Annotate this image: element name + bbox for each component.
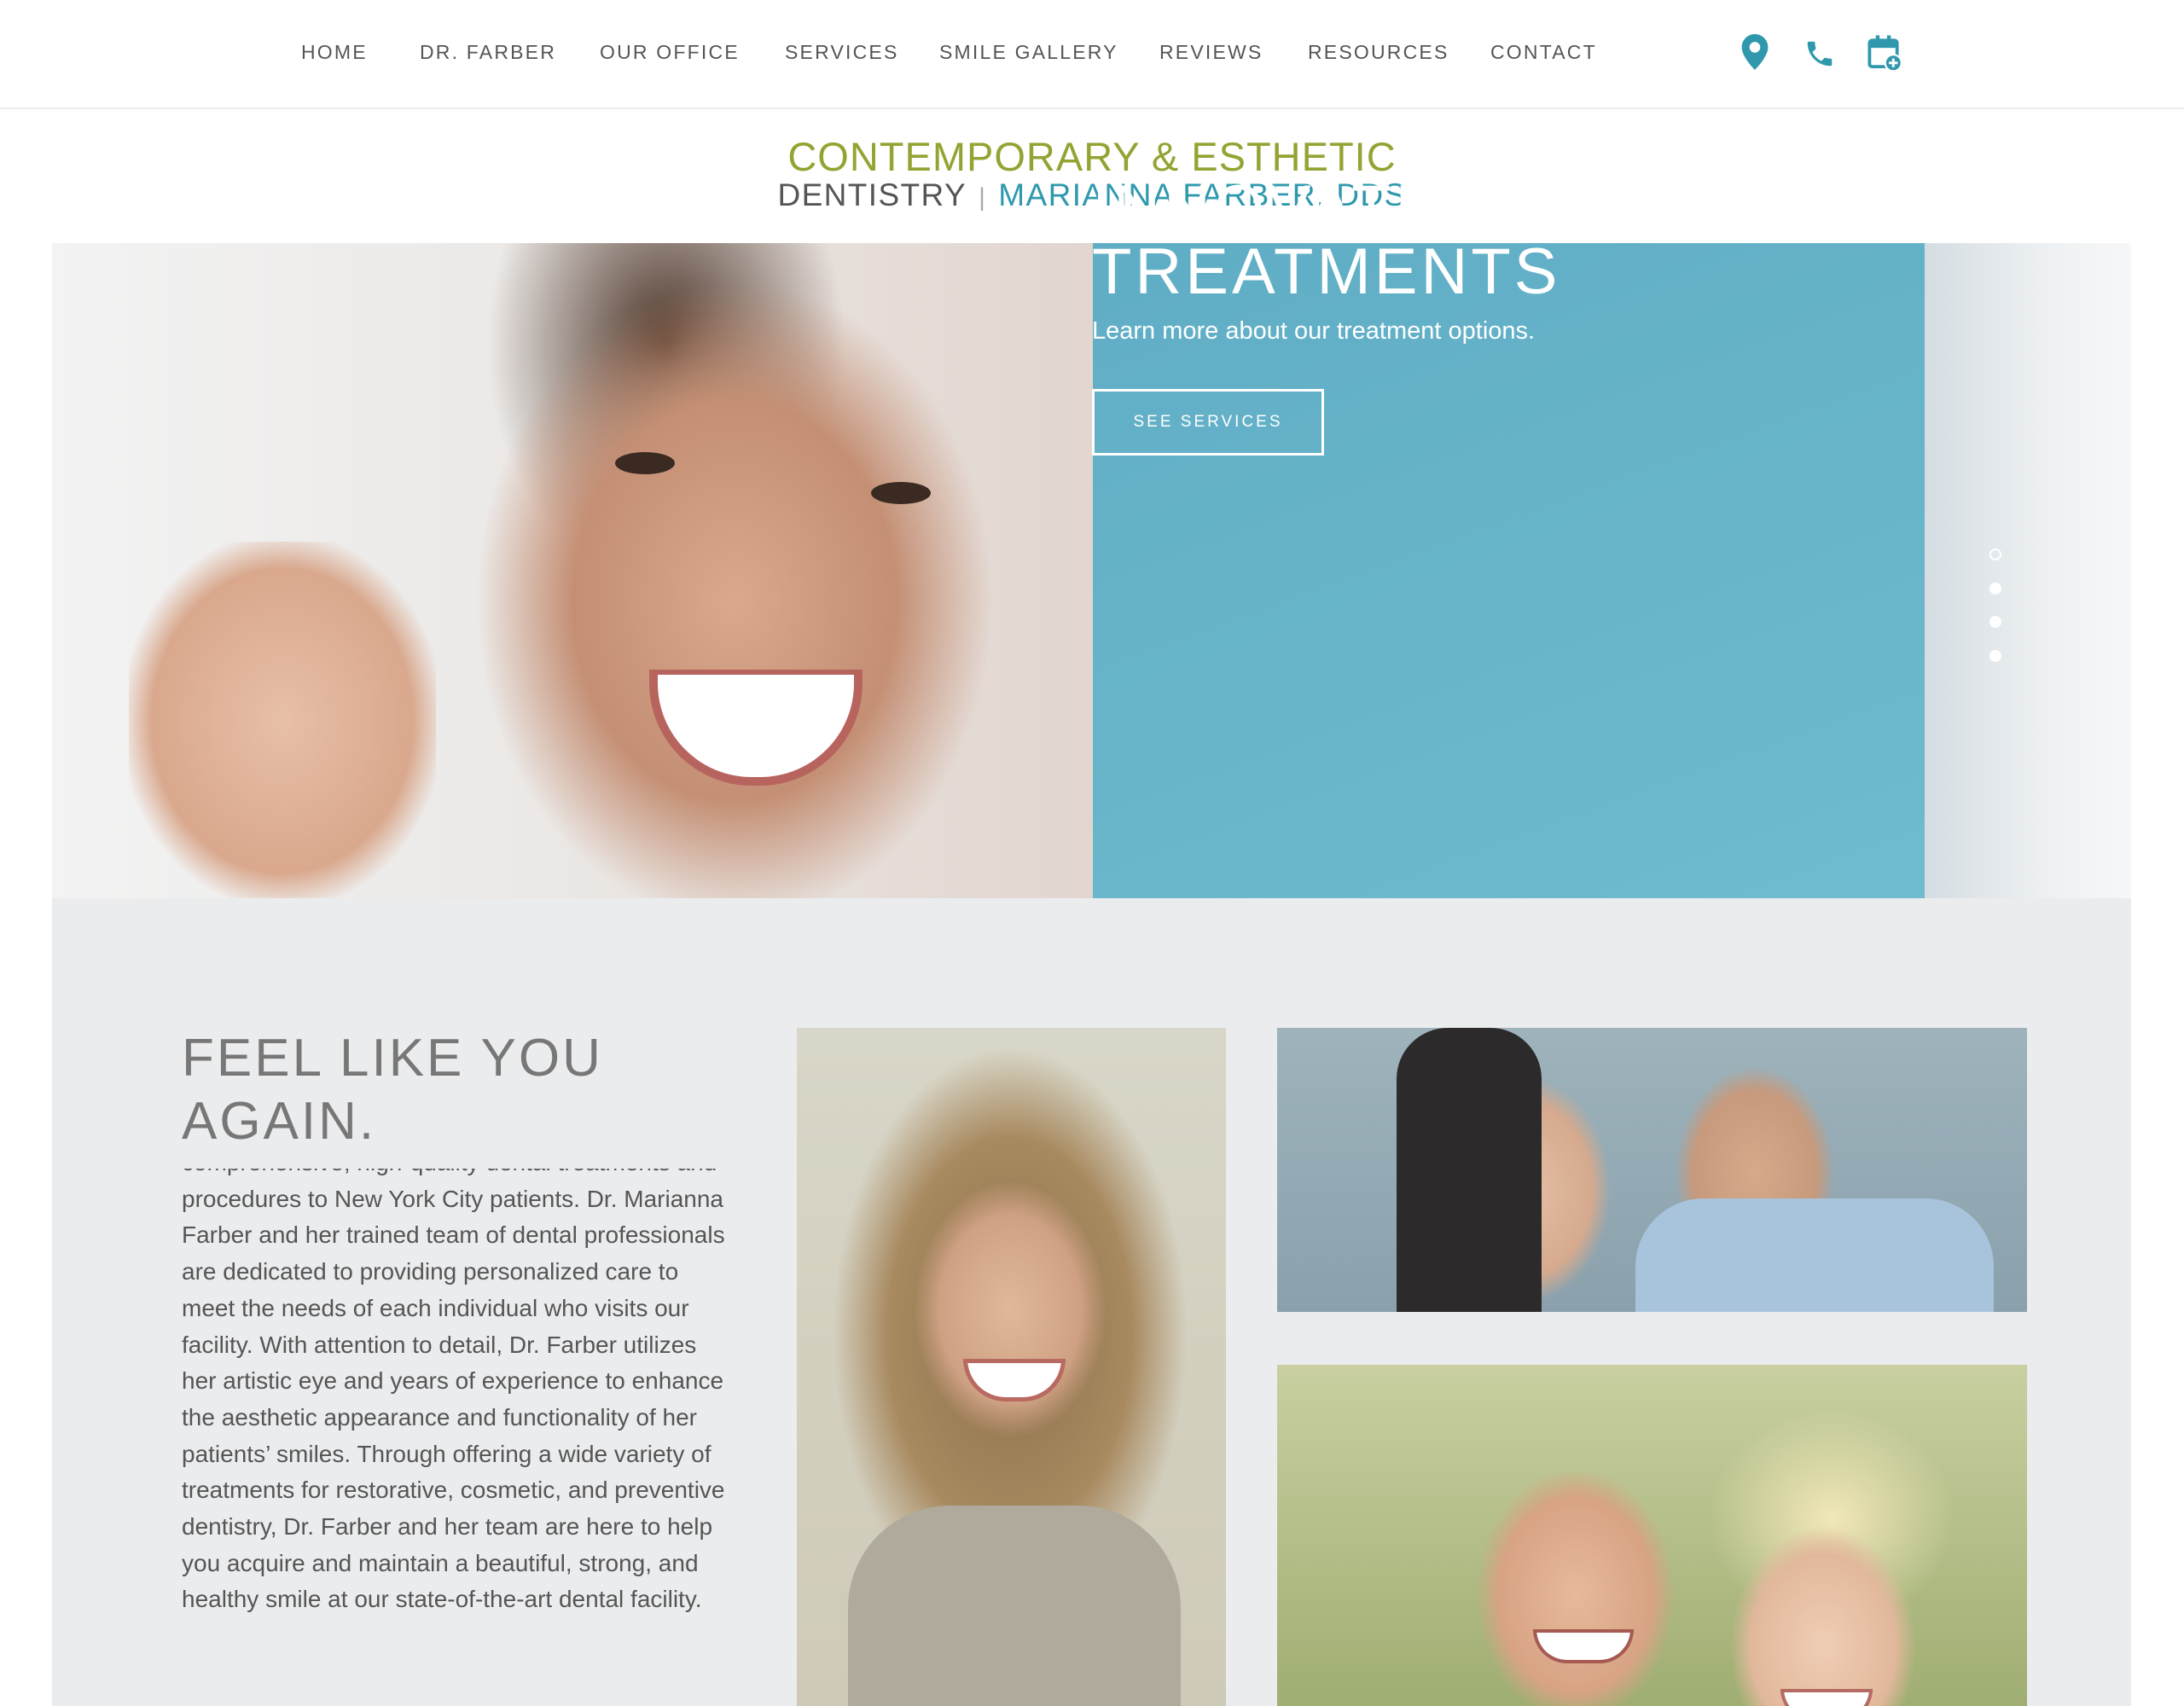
hero-photo-hand [129,542,436,898]
photo-smiling-woman [797,1028,1226,1706]
photo-senior-man-smile [1533,1629,1634,1663]
hero-photo-smiling-woman [52,243,1093,898]
slider-dot-3[interactable] [1989,616,2001,628]
top-navigation: HOME DR. FARBER OUR OFFICE SERVICES SMIL… [0,0,2184,109]
slider-dot-4[interactable] [1989,650,2001,662]
hero-photo-smile [649,670,863,786]
phone-icon[interactable] [1804,38,1836,74]
hero-title: INNOVATIVE TREATMENTS [1092,172,1561,308]
hero-subtitle: Learn more about our treatment options. [1092,317,1536,345]
logo-separator: | [979,183,987,212]
photo-senior-couple [1277,1365,2027,1706]
nav-contact[interactable]: CONTACT [1490,41,1597,64]
photo-woman-smile [963,1359,1066,1401]
nav-dr-farber[interactable]: DR. FARBER [420,41,556,64]
about-body-text: comprehensive, high-quality dental treat… [182,1169,728,1706]
logo-dentistry: DENTISTRY [777,177,967,212]
nav-services[interactable]: SERVICES [785,41,899,64]
slider-dot-2[interactable] [1989,583,2001,595]
nav-resources[interactable]: RESOURCES [1308,41,1449,64]
photo-couple-shirt [1635,1198,1994,1312]
about-body-paragraph: comprehensive, high-quality dental treat… [182,1169,725,1613]
about-heading: FEEL LIKE YOU AGAIN. [182,1029,603,1151]
nav-reviews[interactable]: REVIEWS [1159,41,1263,64]
location-pin-icon[interactable] [1740,34,1769,74]
photo-couple-hair [1397,1028,1542,1312]
hero-next-slide-preview [1925,243,2131,898]
slider-dot-1[interactable] [1989,548,2001,560]
hero-photo-eye-left [615,452,675,474]
nav-home[interactable]: HOME [301,41,368,64]
see-services-button[interactable]: SEE SERVICES [1092,389,1324,456]
nav-our-office[interactable]: OUR OFFICE [600,41,740,64]
nav-smile-gallery[interactable]: SMILE GALLERY [939,41,1118,64]
photo-young-couple [1277,1028,2027,1312]
hero-photo-eye-right [871,482,931,504]
photo-senior-woman-smile [1780,1689,1873,1706]
calendar-add-icon[interactable] [1867,34,1902,76]
photo-woman-shirt [848,1506,1181,1706]
